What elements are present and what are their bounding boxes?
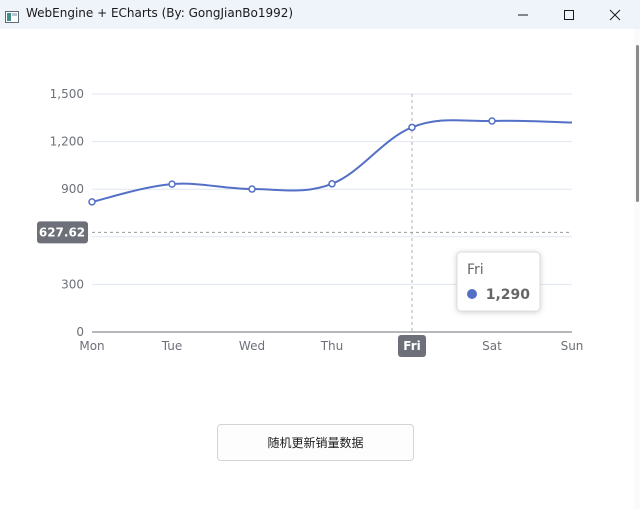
- maximize-button[interactable]: [546, 0, 592, 29]
- y-tick-label: 1,200: [50, 135, 84, 149]
- scrollbar-thumb[interactable]: [636, 45, 639, 202]
- x-tick-label: Sun: [561, 339, 584, 353]
- y-tick-label: 0: [76, 325, 84, 339]
- minimize-button[interactable]: [500, 0, 546, 29]
- app-icon: [5, 8, 19, 23]
- x-tick-label: Tue: [161, 339, 183, 353]
- pointer-y-label: 627.62: [39, 225, 85, 239]
- x-tick-label: Wed: [239, 339, 265, 353]
- minimize-icon: [518, 14, 528, 16]
- data-point[interactable]: [248, 185, 256, 193]
- x-tick-label: Thu: [320, 339, 344, 353]
- data-point[interactable]: [168, 180, 176, 188]
- x-tick-label: Mon: [79, 339, 104, 353]
- data-point[interactable]: [408, 123, 416, 132]
- tooltip-value: 1,290: [486, 287, 531, 303]
- pointer-x-label: Fri: [403, 339, 420, 353]
- y-tick-label: 900: [61, 182, 84, 196]
- tooltip-category: Fri: [467, 262, 484, 278]
- data-point[interactable]: [488, 117, 496, 125]
- y-tick-label: 300: [61, 277, 84, 291]
- window-title: WebEngine + ECharts (By: GongJianBo1992): [26, 6, 294, 20]
- tooltip-marker: [467, 289, 477, 299]
- maximize-icon: [564, 10, 574, 20]
- close-button[interactable]: [592, 0, 638, 29]
- x-tick-label: Sat: [482, 339, 502, 353]
- title-bar[interactable]: WebEngine + ECharts (By: GongJianBo1992): [0, 0, 640, 29]
- y-tick-label: 1,500: [50, 87, 84, 101]
- close-icon: [609, 9, 621, 21]
- update-sales-data-button[interactable]: 随机更新销量数据: [217, 424, 414, 461]
- data-point[interactable]: [328, 180, 336, 188]
- data-point[interactable]: [88, 198, 96, 206]
- sales-line-chart[interactable]: 0 300 900 1,200 1,500 Mon Tue Wed Thu Fri Sat Sun 62…: [0, 29, 634, 399]
- vertical-scrollbar[interactable]: [634, 29, 640, 509]
